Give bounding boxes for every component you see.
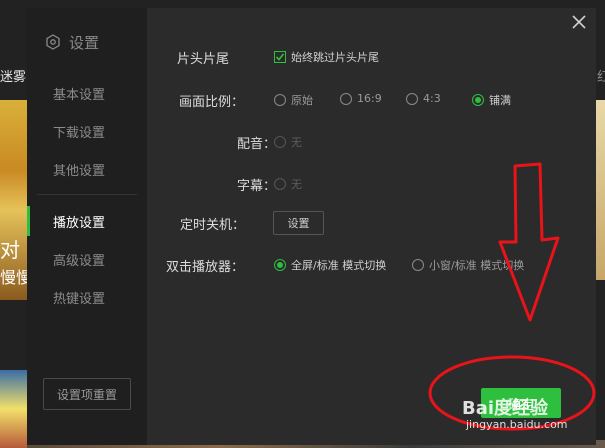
aspect-option-fill[interactable]: 铺满 [472,92,511,108]
sidebar-item-label: 热键设置 [53,291,106,307]
aspect-option-4-3[interactable]: 4:3 [406,92,441,105]
settings-dialog: 设置 基本设置 下载设置 其他设置 播放设置 高级设置 热键设置 设置项重置 片… [27,8,596,445]
sidebar-item-advanced[interactable]: 高级设置 [27,244,147,274]
skip-head-tail-checkbox[interactable]: 始终跳过片头片尾 [274,49,379,65]
background-text: 红 [597,70,605,85]
aspect-option-label: 16:9 [357,92,382,105]
reset-settings-button[interactable]: 设置项重置 [43,378,131,410]
double-click-label: 双击播放器： [166,260,245,275]
aspect-option-label: 原始 [291,94,313,107]
close-icon[interactable] [570,13,588,31]
aspect-option-label: 4:3 [423,92,441,105]
sidebar-item-label: 高级设置 [53,253,106,269]
sidebar-item-label: 下载设置 [53,125,106,141]
radio-icon [274,178,286,190]
dubbing-option-none: 无 [274,134,302,150]
sidebar-item-label: 基本设置 [53,87,106,103]
subtitle-label: 字幕： [237,179,277,194]
watermark-brand: Bai度经验 [462,398,549,419]
sidebar-item-label: 播放设置 [53,215,106,231]
radio-selected-icon [274,259,286,271]
sidebar-item-playback[interactable]: 播放设置 [27,206,147,236]
head-tail-label: 片头片尾 [177,52,230,67]
timer-settings-button[interactable]: 设置 [273,211,324,235]
aspect-option-16-9[interactable]: 16:9 [340,92,382,105]
timer-shutdown-label: 定时关机： [180,218,246,233]
sidebar-item-other[interactable]: 其他设置 [27,154,147,184]
aspect-ratio-label: 画面比例： [179,95,245,110]
settings-sidebar: 设置 基本设置 下载设置 其他设置 播放设置 高级设置 热键设置 设置项重置 [27,8,147,445]
double-click-option-label: 全屏/标准 模式切换 [291,259,387,272]
subtitle-option-none: 无 [274,176,302,192]
hexagon-gear-icon [46,34,60,50]
double-click-option-fullscreen[interactable]: 全屏/标准 模式切换 [274,257,386,273]
background-poster-left-bottom [0,370,27,448]
double-click-option-mini[interactable]: 小窗/标准 模式切换 [412,257,524,273]
sidebar-title-text: 设置 [69,33,100,52]
aspect-option-label: 铺满 [489,94,511,107]
radio-icon [406,92,418,105]
radio-selected-icon [472,94,484,106]
double-click-option-label: 小窗/标准 模式切换 [429,259,525,272]
skip-head-tail-label: 始终跳过片头片尾 [291,51,379,64]
radio-icon [340,92,352,105]
background-text: 迷雾 [0,70,27,85]
checkbox-checked-icon [274,51,286,63]
sidebar-item-download[interactable]: 下载设置 [27,116,147,146]
sidebar-item-label: 其他设置 [53,163,106,179]
background-text: 对 [0,238,20,262]
dubbing-option-label: 无 [291,136,302,149]
radio-icon [274,136,286,148]
subtitle-option-label: 无 [291,178,302,191]
sidebar-item-hotkeys[interactable]: 热键设置 [27,282,147,312]
watermark-url: jingyan.baidu.com [466,418,568,431]
sidebar-item-basic[interactable]: 基本设置 [27,78,147,108]
aspect-option-original[interactable]: 原始 [274,92,313,108]
radio-icon [274,94,286,106]
sidebar-divider [37,194,137,195]
radio-icon [412,259,424,271]
background-poster-right [596,100,605,280]
sidebar-title: 设置 [45,32,99,52]
dubbing-label: 配音： [237,137,277,152]
